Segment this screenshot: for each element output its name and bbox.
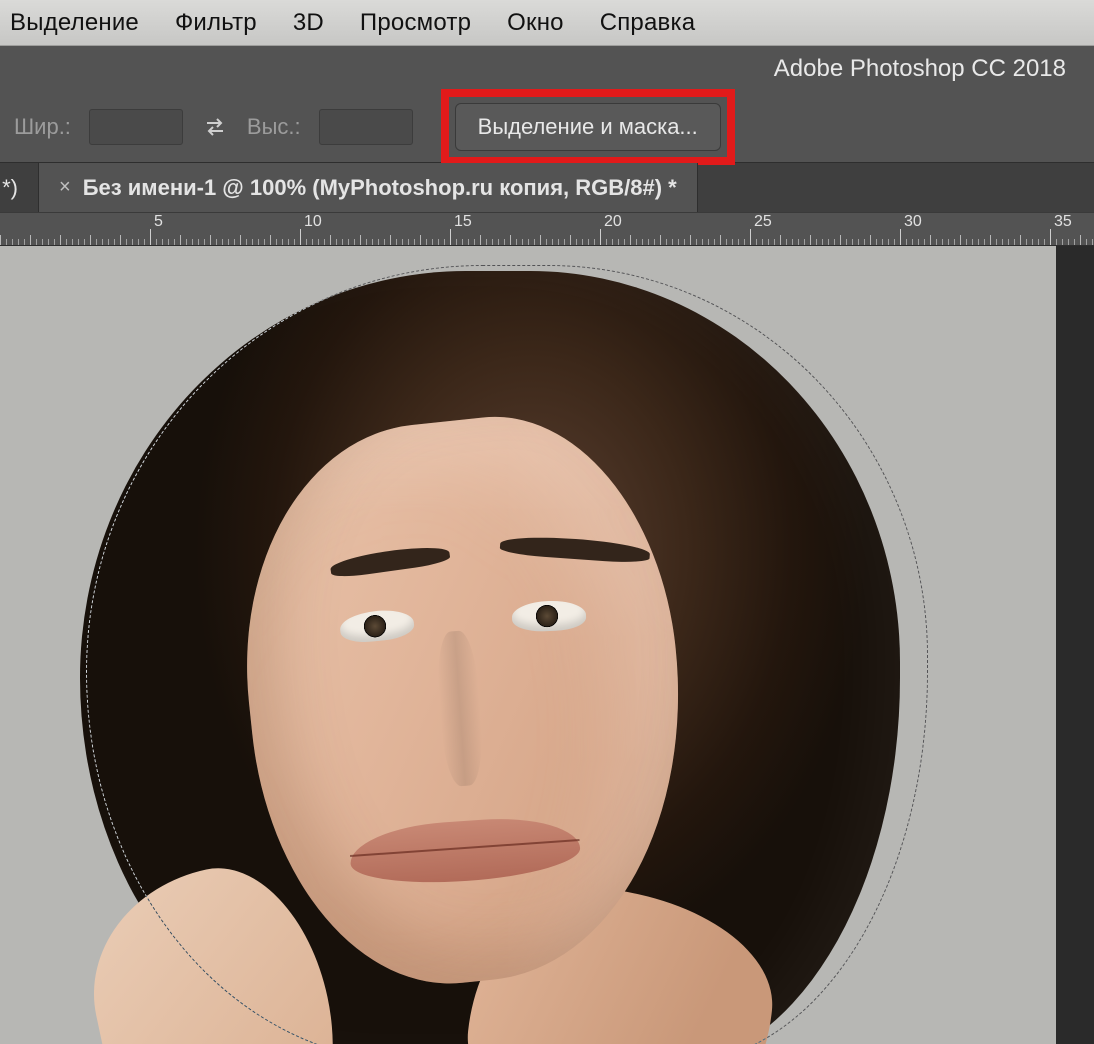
tab-inactive-partial[interactable]: *): [0, 163, 38, 212]
swap-dimensions-icon[interactable]: [201, 113, 229, 141]
tab-label: Без имени-1 @ 100% (MyPhotoshop.ru копия…: [83, 175, 677, 201]
options-bar: Шир.: Выс.: Выделение и маска...: [0, 92, 1094, 162]
ruler-label: 10: [304, 213, 322, 231]
canvas-image: [40, 251, 960, 1044]
menu-help[interactable]: Справка: [600, 9, 696, 37]
ruler-label: 25: [754, 213, 772, 231]
app-title: Adobe Photoshop CC 2018: [774, 55, 1066, 83]
ruler-label: 35: [1054, 213, 1072, 231]
menu-selection[interactable]: Выделение: [10, 9, 139, 37]
height-label: Выс.:: [247, 114, 301, 140]
ruler-label: 5: [154, 213, 163, 231]
annotation-highlight: Выделение и маска...: [441, 89, 735, 165]
menu-filter[interactable]: Фильтр: [175, 9, 257, 37]
tab-label: *): [2, 175, 18, 201]
menu-window[interactable]: Окно: [507, 9, 564, 37]
height-input[interactable]: [319, 109, 413, 145]
menu-bar: Выделение Фильтр 3D Просмотр Окно Справк…: [0, 0, 1094, 46]
ruler-label: 15: [454, 213, 472, 231]
menu-3d[interactable]: 3D: [293, 9, 324, 37]
ruler-label: 30: [904, 213, 922, 231]
close-icon[interactable]: ×: [59, 176, 71, 199]
document-canvas[interactable]: [0, 246, 1056, 1044]
workspace: [0, 246, 1094, 1044]
select-and-mask-button[interactable]: Выделение и маска...: [455, 103, 721, 151]
document-tabs: *) × Без имени-1 @ 100% (MyPhotoshop.ru …: [0, 162, 1094, 212]
menu-view[interactable]: Просмотр: [360, 9, 471, 37]
width-label: Шир.:: [14, 114, 71, 140]
ruler-label: 20: [604, 213, 622, 231]
title-bar: Adobe Photoshop CC 2018: [0, 46, 1094, 92]
tab-active[interactable]: × Без имени-1 @ 100% (MyPhotoshop.ru коп…: [38, 163, 698, 212]
width-input[interactable]: [89, 109, 183, 145]
horizontal-ruler[interactable]: 5 10 15 20 25 30 35: [0, 212, 1094, 246]
